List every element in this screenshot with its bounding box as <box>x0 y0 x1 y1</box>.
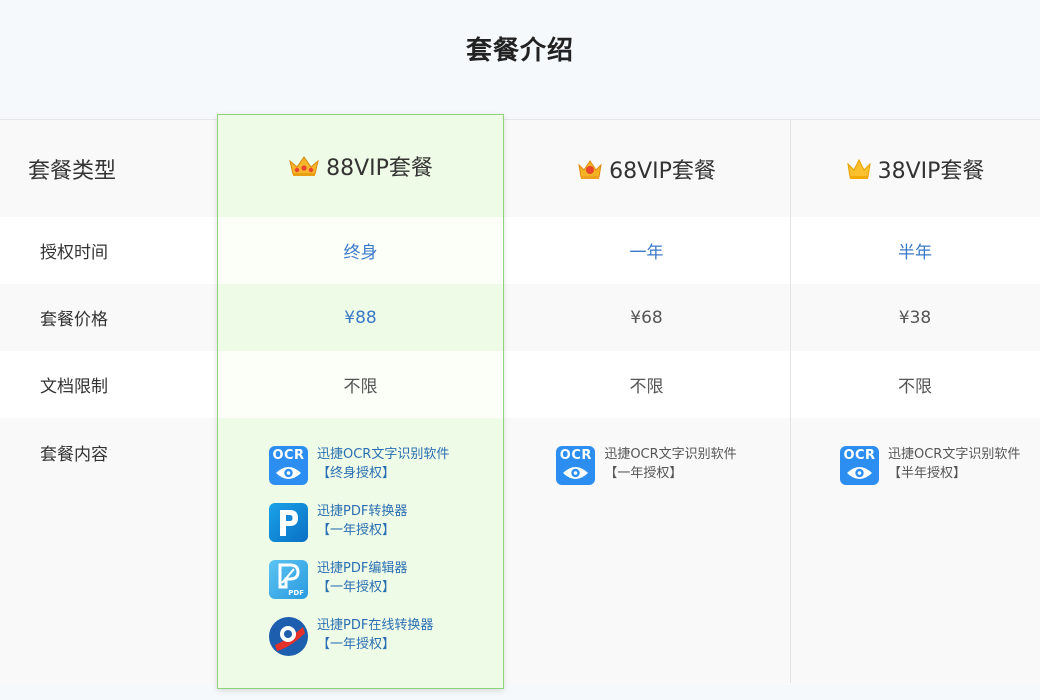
product-name: 迅捷OCR文字识别软件 <box>604 447 737 462</box>
ocr-icon: OCR <box>840 446 879 485</box>
product-name: 迅捷PDF在线转换器 <box>317 618 434 633</box>
doc-limit-88: 不限 <box>343 377 378 397</box>
plan-name-68: 68VIP套餐 <box>609 158 716 184</box>
product-name: 迅捷OCR文字识别软件 <box>317 447 450 462</box>
duration-38: 半年 <box>898 243 932 263</box>
product-term: 【终身授权】 <box>317 466 396 481</box>
doc-limit-38: 不限 <box>898 377 932 397</box>
pdf-editor-icon: PDF <box>269 560 308 599</box>
product-list-88: OCR 迅捷OCR文字识别软件 【终身授权】 迅捷PDF转换器 【一年授权】 P… <box>269 418 449 674</box>
crown-yellow-icon <box>846 157 872 181</box>
plan-header-88[interactable]: 88VIP套餐 <box>218 115 503 217</box>
ocr-icon: OCR <box>269 446 308 485</box>
product-list-68: OCR 迅捷OCR文字识别软件 【一年授权】 <box>556 418 737 503</box>
product-term: 【一年授权】 <box>317 523 396 538</box>
crown-red-icon <box>577 157 603 181</box>
product-item[interactable]: OCR 迅捷OCR文字识别软件 【终身授权】 <box>269 446 449 503</box>
product-item[interactable]: 迅捷PDF在线转换器 【一年授权】 <box>269 617 449 674</box>
featured-plan-column-88[interactable]: 88VIP套餐 终身 ¥88 不限 OCR 迅捷OCR文字识别软件 【终身授权】 <box>217 114 504 689</box>
product-list-38: OCR 迅捷OCR文字识别软件 【半年授权】 <box>840 418 1020 503</box>
pdf-converter-icon <box>269 503 308 542</box>
plan-name-38: 38VIP套餐 <box>877 158 985 184</box>
plan-comparison-table: 套餐类型 授权时间 套餐价格 文档限制 套餐内容 68VIP套餐 38VIP套餐… <box>0 119 1040 685</box>
price-68: ¥68 <box>630 307 663 328</box>
page-title: 套餐介绍 <box>465 36 574 66</box>
product-term: 【一年授权】 <box>317 637 396 652</box>
product-term: 【半年授权】 <box>888 466 967 481</box>
crown-gold-ornate-icon <box>288 154 320 178</box>
product-term: 【一年授权】 <box>604 466 683 481</box>
product-term: 【一年授权】 <box>317 580 396 595</box>
product-name: 迅捷PDF转换器 <box>317 504 408 519</box>
product-item[interactable]: OCR 迅捷OCR文字识别软件 【一年授权】 <box>556 446 737 503</box>
price-88: ¥88 <box>344 307 377 328</box>
plan-name-88: 88VIP套餐 <box>326 156 433 181</box>
pdf-online-converter-icon <box>269 617 308 656</box>
price-38: ¥38 <box>898 307 932 328</box>
product-name: 迅捷PDF编辑器 <box>317 561 408 576</box>
ocr-icon: OCR <box>556 446 596 485</box>
plan-header-68[interactable]: 68VIP套餐 <box>503 120 790 217</box>
duration-68: 一年 <box>629 243 664 263</box>
product-item[interactable]: PDF 迅捷PDF编辑器 【一年授权】 <box>269 560 449 617</box>
plan-header-38[interactable]: 38VIP套餐 <box>790 120 1040 217</box>
product-item[interactable]: OCR 迅捷OCR文字识别软件 【半年授权】 <box>840 446 1020 503</box>
doc-limit-68: 不限 <box>629 377 664 397</box>
product-name: 迅捷OCR文字识别软件 <box>888 447 1021 462</box>
duration-88: 终身 <box>343 243 378 263</box>
product-item[interactable]: 迅捷PDF转换器 【一年授权】 <box>269 503 449 560</box>
